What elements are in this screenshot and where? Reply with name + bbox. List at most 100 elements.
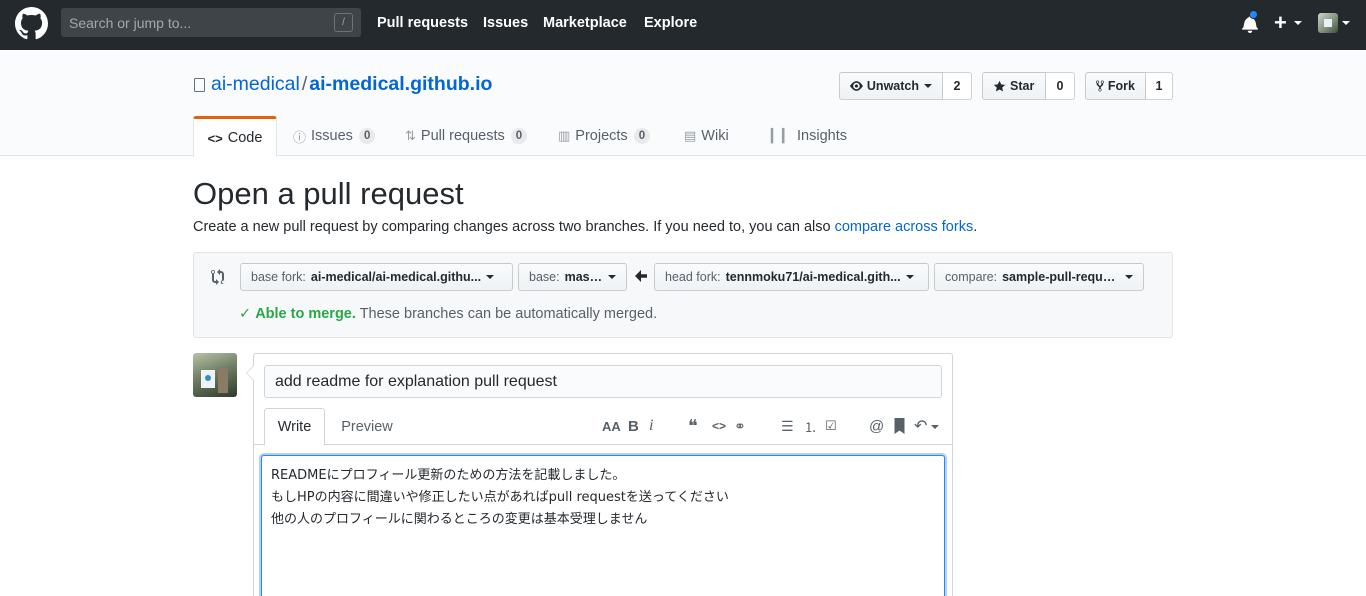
lead-text: Create a new pull request by comparing c… <box>193 219 835 235</box>
write-tab[interactable]: Write <box>264 408 325 446</box>
unordered-list-icon[interactable]: ☰ <box>781 416 794 436</box>
fork-count[interactable]: 1 <box>1146 72 1173 100</box>
project-icon: ▥ <box>558 128 571 143</box>
pull-request-composer: add readme for explanation pull request … <box>246 353 953 596</box>
reply-icon[interactable]: ↶ <box>914 416 927 436</box>
bold-icon[interactable]: B <box>628 416 639 436</box>
merge-status: ✓ Able to merge. These branches can be a… <box>239 306 657 322</box>
preview-tab[interactable]: Preview <box>332 408 402 446</box>
header-text-icon[interactable]: AA <box>602 416 621 436</box>
tab-code[interactable]: <> Code <box>193 116 277 157</box>
quote-icon[interactable]: ❝ <box>688 416 698 436</box>
tab-projects-count: 0 <box>633 128 651 144</box>
bookmark-icon[interactable] <box>894 418 905 434</box>
star-button[interactable]: Star <box>982 72 1046 100</box>
nav-explore[interactable]: Explore <box>644 15 697 31</box>
tab-pull-requests-label: Pull requests <box>420 128 505 144</box>
nav-marketplace[interactable]: Marketplace <box>543 15 627 31</box>
fork-label: Fork <box>1107 79 1135 93</box>
author-avatar[interactable] <box>193 353 237 397</box>
base-branch-select[interactable]: base: master <box>518 263 627 291</box>
ordered-list-icon[interactable]: ⒈ <box>804 416 817 436</box>
reply-chevron-down-icon[interactable] <box>931 425 939 429</box>
tab-wiki[interactable]: ▤ Wiki <box>684 116 729 156</box>
mention-icon[interactable]: @ <box>869 416 884 436</box>
page-title: Open a pull request <box>193 176 464 211</box>
star-icon <box>993 80 1006 91</box>
tab-issues[interactable]: ⓘ Issues 0 <box>293 116 376 156</box>
base-fork-select[interactable]: base fork: ai-medical/ai-medical.githu..… <box>240 263 513 291</box>
unwatch-chevron-down-icon <box>924 84 932 88</box>
head-fork-chevron-down-icon <box>905 275 914 279</box>
tab-issues-count: 0 <box>358 128 376 144</box>
fork-icon <box>1096 80 1104 92</box>
compare-branch-select[interactable]: compare: sample-pull-request <box>934 263 1144 291</box>
search-box[interactable]: / <box>61 8 361 37</box>
tab-insights-label: Insights <box>797 128 847 144</box>
eye-icon <box>850 81 863 91</box>
pr-body-textarea[interactable]: READMEにプロフィール更新のための方法を記載しました。 もしHPの内容に間違… <box>261 455 945 596</box>
user-avatar[interactable] <box>1318 13 1338 33</box>
create-menu-chevron-down-icon[interactable] <box>1294 21 1302 25</box>
code-icon[interactable]: <> <box>712 416 726 436</box>
merge-message: These branches can be automatically merg… <box>359 306 658 322</box>
star-group: Star 0 <box>982 72 1075 100</box>
slash-shortcut-hint: / <box>334 13 353 32</box>
lead-end: . <box>973 219 978 235</box>
base-fork-label: base fork: <box>251 270 306 284</box>
pr-title-input[interactable]: add readme for explanation pull request <box>264 365 942 398</box>
repo-owner-link[interactable]: ai-medical <box>211 73 300 95</box>
base-label: base: <box>529 270 560 284</box>
nav-pull-requests[interactable]: Pull requests <box>377 15 468 31</box>
user-menu-chevron-down-icon[interactable] <box>1342 21 1350 25</box>
tab-pull-requests-count: 0 <box>510 128 528 144</box>
range-editor: base fork: ai-medical/ai-medical.githu..… <box>193 252 1173 338</box>
repo-name-link[interactable]: ai-medical.github.io <box>309 73 492 95</box>
task-list-icon[interactable]: ☑ <box>825 416 837 436</box>
github-logo-icon[interactable] <box>15 7 48 40</box>
star-count[interactable]: 0 <box>1046 72 1075 100</box>
notification-indicator <box>1249 10 1258 19</box>
merge-ok-text: Able to merge. <box>255 306 356 322</box>
code-icon: <> <box>207 130 223 146</box>
base-value: master <box>564 270 603 284</box>
italic-icon[interactable]: i <box>649 416 653 436</box>
search-input[interactable] <box>69 14 319 31</box>
tab-projects-label: Projects <box>575 128 628 144</box>
avatar-figure <box>218 367 228 393</box>
fork-group: Fork 1 <box>1085 72 1173 100</box>
compare-across-forks-link[interactable]: compare across forks <box>835 219 974 235</box>
link-icon[interactable]: ⚭ <box>734 416 746 436</box>
issue-opened-icon: ⓘ <box>293 129 307 145</box>
base-fork-value: ai-medical/ai-medical.githu... <box>310 270 482 284</box>
base-chevron-down-icon <box>608 275 616 279</box>
head-fork-select[interactable]: head fork: tennmoku71/ai-medical.gith... <box>654 263 929 291</box>
nav-issues[interactable]: Issues <box>483 15 528 31</box>
graph-icon: ▕▏▎ <box>762 128 792 143</box>
create-new-plus-icon[interactable]: + <box>1274 12 1287 34</box>
head-fork-value: tennmoku71/ai-medical.gith... <box>725 270 901 284</box>
tab-insights[interactable]: ▕▏▎ Insights <box>762 116 847 156</box>
compare-label: compare: <box>945 270 998 284</box>
repo-title-separator: / <box>301 73 308 95</box>
unwatch-label: Unwatch <box>866 79 919 93</box>
editor-tabs: Write Preview AA B i ❝ <> ⚭ ☰ ⒈ ☑ @ ↶ <box>254 408 952 446</box>
git-compare-icon <box>211 269 225 285</box>
page-lead: Create a new pull request by comparing c… <box>193 219 977 235</box>
check-icon: ✓ <box>239 306 252 322</box>
tab-pull-requests[interactable]: ⇅ Pull requests 0 <box>405 116 528 156</box>
watch-count[interactable]: 2 <box>943 72 972 100</box>
tab-wiki-label: Wiki <box>701 128 729 144</box>
body-line: 他の人のプロフィールに関わるところの変更は基本受理しません <box>271 512 648 527</box>
repo-title: ai-medical / ai-medical.github.io <box>211 73 492 96</box>
repo-icon <box>194 78 205 92</box>
tab-projects[interactable]: ▥ Projects 0 <box>558 116 651 156</box>
arrow-left-icon <box>635 270 647 282</box>
head-fork-label: head fork: <box>665 270 721 284</box>
unwatch-button[interactable]: Unwatch <box>839 72 943 100</box>
fork-button[interactable]: Fork <box>1085 72 1146 100</box>
global-header: / Pull requests Issues Marketplace Explo… <box>0 0 1366 50</box>
avatar-poster <box>201 370 215 388</box>
tab-code-label: Code <box>227 130 263 146</box>
body-line: READMEにプロフィール更新のための方法を記載しました。 <box>271 468 626 483</box>
